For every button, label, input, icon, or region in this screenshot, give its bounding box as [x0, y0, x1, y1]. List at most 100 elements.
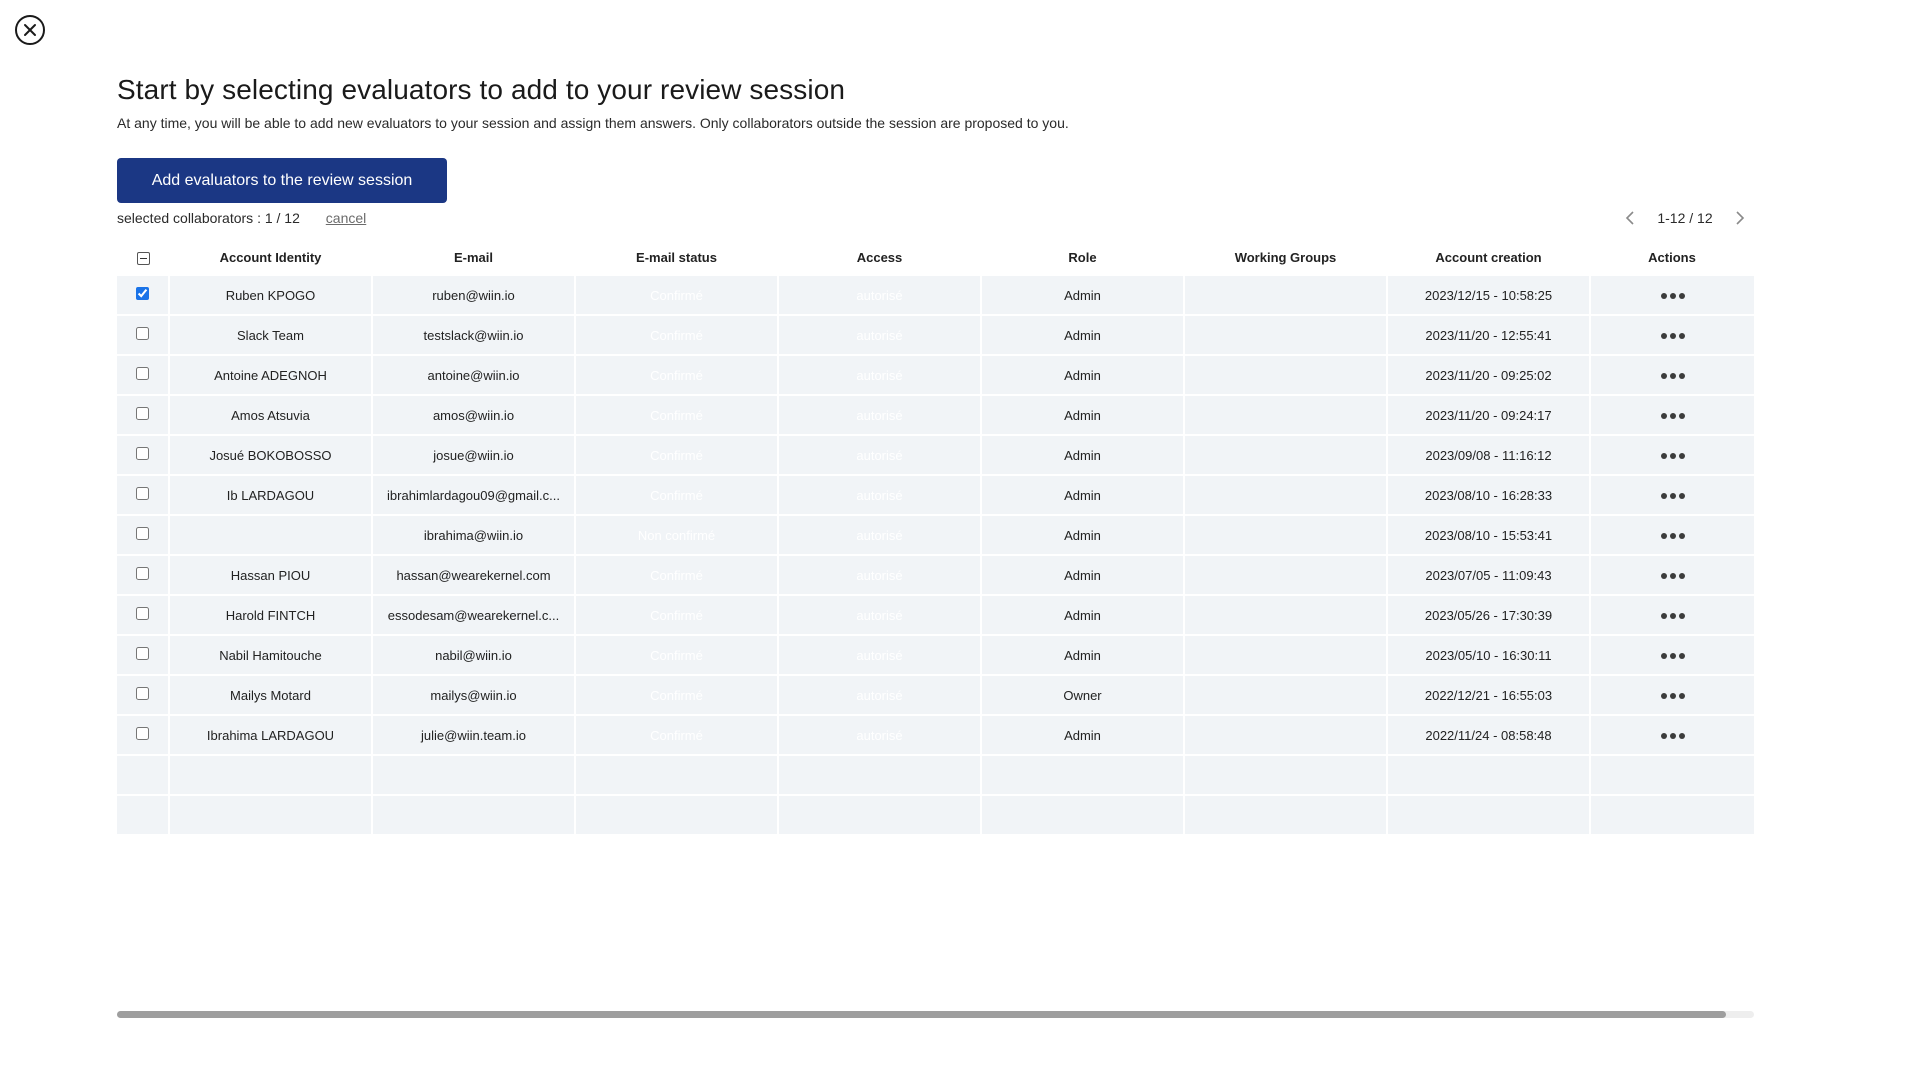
- more-horizontal-icon[interactable]: [1657, 609, 1689, 623]
- role: Owner: [981, 675, 1185, 716]
- row-checkbox[interactable]: [136, 487, 149, 500]
- email: ibrahima@wiin.io: [372, 515, 576, 556]
- more-horizontal-icon[interactable]: [1657, 449, 1689, 463]
- next-page-button[interactable]: [1730, 208, 1750, 228]
- column-header: Account Identity: [169, 238, 372, 276]
- prev-page-button[interactable]: [1620, 208, 1640, 228]
- add-evaluators-button[interactable]: Add evaluators to the review session: [117, 158, 447, 203]
- pagination-range: 1-12 / 12: [1657, 210, 1713, 226]
- table-row[interactable]: Ruben KPOGO ruben@wiin.io Confirmé autorisé…: [117, 276, 1754, 316]
- table-row[interactable]: Antoine ADEGNOH antoine@wiin.io Confirmé au…: [117, 355, 1754, 396]
- email-status-badge: Confirmé: [575, 435, 779, 476]
- table-row[interactable]: Nabil Hamitouche nabil@wiin.io Confirmé aut…: [117, 635, 1754, 676]
- email: antoine@wiin.io: [372, 355, 576, 396]
- table-row[interactable]: Hassan PIOU hassan@wearekernel.com Confirm…: [117, 555, 1754, 596]
- table-row[interactable]: Mailys Motard mailys@wiin.io Confirmé autor…: [117, 675, 1754, 716]
- account-creation: 2023/11/20 - 12:55:41: [1387, 315, 1591, 356]
- email: julie@wiin.team.io: [372, 715, 576, 756]
- email-status-badge: Confirmé: [575, 395, 779, 436]
- more-horizontal-icon[interactable]: [1657, 329, 1689, 343]
- table-header-row: Account Identity E-mail E-mail status Ac…: [117, 238, 1754, 276]
- actions-cell: [1590, 515, 1754, 556]
- working-groups: [1184, 355, 1388, 396]
- cancel-link[interactable]: cancel: [326, 210, 366, 226]
- table-row[interactable]: Ib LARDAGOU ibrahimlardagou09@gmail.c... C…: [117, 475, 1754, 516]
- row-checkbox[interactable]: [136, 327, 149, 340]
- row-checkbox[interactable]: [136, 407, 149, 420]
- actions-cell: [1590, 475, 1754, 516]
- access-badge: autorisé: [778, 515, 982, 556]
- row-select-cell: [117, 315, 170, 356]
- access-badge: autorisé: [778, 635, 982, 676]
- row-checkbox[interactable]: [136, 567, 149, 580]
- working-groups: [1184, 555, 1388, 596]
- more-horizontal-icon[interactable]: [1657, 729, 1689, 743]
- empty-cell: [1590, 755, 1754, 796]
- account-creation: 2023/12/15 - 10:58:25: [1387, 276, 1591, 316]
- email: ruben@wiin.io: [372, 276, 576, 316]
- account-identity: Ruben KPOGO: [169, 276, 373, 316]
- working-groups: [1184, 675, 1388, 716]
- access-badge: autorisé: [778, 675, 982, 716]
- role: Admin: [981, 635, 1185, 676]
- table-row[interactable]: Harold FINTCH essodesam@wearekernel.c... C…: [117, 595, 1754, 636]
- empty-cell: [117, 755, 170, 796]
- working-groups: [1184, 715, 1388, 756]
- account-identity: Nabil Hamitouche: [169, 635, 373, 676]
- close-button[interactable]: [15, 15, 45, 45]
- table-row[interactable]: Slack Team testslack@wiin.io Confirmé autor…: [117, 315, 1754, 356]
- access-badge: autorisé: [778, 715, 982, 756]
- account-creation: 2023/08/10 - 15:53:41: [1387, 515, 1591, 556]
- working-groups: [1184, 515, 1388, 556]
- email: josue@wiin.io: [372, 435, 576, 476]
- row-select-cell: [117, 515, 170, 556]
- more-horizontal-icon[interactable]: [1657, 289, 1689, 303]
- account-creation: 2023/11/20 - 09:25:02: [1387, 355, 1591, 396]
- account-identity: Amos Atsuvia: [169, 395, 373, 436]
- account-creation: 2023/09/08 - 11:16:12: [1387, 435, 1591, 476]
- email-status-badge: Confirmé: [575, 475, 779, 516]
- row-select-cell: [117, 635, 170, 676]
- row-checkbox[interactable]: [136, 367, 149, 380]
- email: hassan@wearekernel.com: [372, 555, 576, 596]
- actions-cell: [1590, 555, 1754, 596]
- more-horizontal-icon[interactable]: [1657, 369, 1689, 383]
- email-status-badge: Confirmé: [575, 555, 779, 596]
- role: Admin: [981, 595, 1185, 636]
- select-all-checkbox[interactable]: [136, 251, 150, 265]
- empty-cell: [117, 795, 170, 836]
- horizontal-scrollbar[interactable]: [117, 1011, 1754, 1018]
- more-horizontal-icon[interactable]: [1657, 489, 1689, 503]
- email-status-badge: Confirmé: [575, 276, 779, 316]
- row-checkbox[interactable]: [136, 527, 149, 540]
- row-checkbox[interactable]: [136, 607, 149, 620]
- row-checkbox[interactable]: [136, 647, 149, 660]
- scrollbar-thumb[interactable]: [117, 1011, 1726, 1018]
- row-checkbox[interactable]: [136, 687, 149, 700]
- more-horizontal-icon[interactable]: [1657, 529, 1689, 543]
- actions-cell: [1590, 715, 1754, 756]
- empty-cell: [372, 795, 576, 836]
- table-row[interactable]: Ibrahima LARDAGOU julie@wiin.team.io Confi…: [117, 715, 1754, 756]
- email-status-badge: Confirmé: [575, 675, 779, 716]
- working-groups: [1184, 395, 1388, 436]
- working-groups: [1184, 435, 1388, 476]
- row-checkbox[interactable]: [136, 447, 149, 460]
- more-horizontal-icon[interactable]: [1657, 649, 1689, 663]
- column-header: Role: [981, 238, 1184, 276]
- row-select-cell: [117, 595, 170, 636]
- table-row[interactable]: ibrahima@wiin.io Non confirmé autorisé Admi…: [117, 515, 1754, 556]
- row-checkbox[interactable]: [136, 727, 149, 740]
- pagination: 1-12 / 12: [1620, 208, 1750, 228]
- table-row[interactable]: Amos Atsuvia amos@wiin.io Confirmé autorisé…: [117, 395, 1754, 436]
- account-identity: Josué BOKOBOSSO: [169, 435, 373, 476]
- account-creation: 2022/12/21 - 16:55:03: [1387, 675, 1591, 716]
- row-select-cell: [117, 276, 170, 316]
- row-checkbox[interactable]: [136, 287, 149, 300]
- more-horizontal-icon[interactable]: [1657, 409, 1689, 423]
- more-horizontal-icon[interactable]: [1657, 689, 1689, 703]
- table-row[interactable]: Josué BOKOBOSSO josue@wiin.io Confirmé auto…: [117, 435, 1754, 476]
- account-identity: Antoine ADEGNOH: [169, 355, 373, 396]
- column-header: Access: [778, 238, 981, 276]
- more-horizontal-icon[interactable]: [1657, 569, 1689, 583]
